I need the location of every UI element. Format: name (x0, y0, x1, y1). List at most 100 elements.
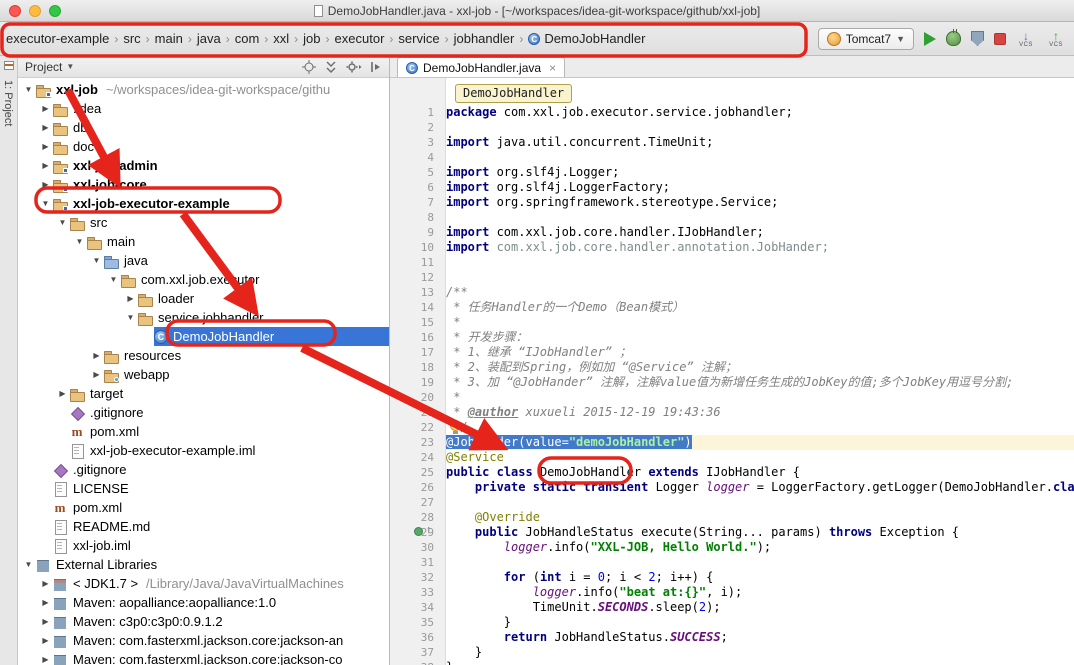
code-line-1[interactable]: 1package com.xxl.job.executor.service.jo… (390, 105, 1074, 120)
chevron-expanded-icon[interactable]: ▼ (90, 256, 103, 265)
code-line-25[interactable]: 25public class DemoJobHandler extends IJ… (390, 465, 1074, 480)
tree-item-xxl-job-admin[interactable]: ▶xxl-job-admin (18, 156, 389, 175)
code-line-36[interactable]: 36 return JobHandleStatus.SUCCESS; (390, 630, 1074, 645)
chevron-collapsed-icon[interactable]: ▶ (90, 370, 103, 379)
tree-item-xxl-job-core[interactable]: ▶xxl-job-core (18, 175, 389, 194)
override-marker-icon[interactable]: ↑ (426, 524, 432, 536)
chevron-expanded-icon[interactable]: ▼ (22, 560, 35, 569)
tree-item-license[interactable]: LICENSE (18, 479, 389, 498)
code-line-9[interactable]: 9import com.xxl.job.core.handler.IJobHan… (390, 225, 1074, 240)
chevron-collapsed-icon[interactable]: ▶ (124, 294, 137, 303)
code-line-13[interactable]: 13/** (390, 285, 1074, 300)
chevron-collapsed-icon[interactable]: ▶ (39, 123, 52, 132)
chevron-collapsed-icon[interactable]: ▶ (56, 389, 69, 398)
tree-item-idea[interactable]: ▶.idea (18, 99, 389, 118)
tree-item-gitignore[interactable]: .gitignore (18, 403, 389, 422)
breadcrumb-item-main[interactable]: main (152, 29, 186, 48)
code-line-37[interactable]: 37 } (390, 645, 1074, 660)
breadcrumb-item-java[interactable]: java (194, 29, 224, 48)
code-line-19[interactable]: 19 * 3、加 “@JobHander” 注解，注解value值为新增任务生成… (390, 375, 1074, 390)
tree-item-target[interactable]: ▶target (18, 384, 389, 403)
chevron-expanded-icon[interactable]: ▼ (39, 199, 52, 208)
chevron-collapsed-icon[interactable]: ▶ (39, 636, 52, 645)
tree-item-com-xxl-job-executor[interactable]: ▼com.xxl.job.executor (18, 270, 389, 289)
intention-bulb-icon[interactable] (450, 420, 461, 431)
chevron-down-icon[interactable]: ▼ (66, 62, 74, 71)
chevron-collapsed-icon[interactable]: ▶ (39, 579, 52, 588)
code-line-34[interactable]: 34 TimeUnit.SECONDS.sleep(2); (390, 600, 1074, 615)
tree-item-pom-xml[interactable]: mpom.xml (18, 422, 389, 441)
code-line-30[interactable]: 30 logger.info("XXL-JOB, Hello World."); (390, 540, 1074, 555)
editor-breadcrumb-tag[interactable]: DemoJobHandler (455, 84, 572, 103)
code-line-32[interactable]: 32 for (int i = 0; i < 2; i++) { (390, 570, 1074, 585)
zoom-window-button[interactable] (49, 5, 61, 17)
tree-item-xxl-job-iml[interactable]: xxl-job.iml (18, 536, 389, 555)
code-line-5[interactable]: 5import org.slf4j.Logger; (390, 165, 1074, 180)
tree-item-external-libraries[interactable]: ▼External Libraries (18, 555, 389, 574)
tree-item-xxl-job[interactable]: ▼xxl-job~/workspaces/idea-git-workspace/… (18, 80, 389, 99)
tree-item-xxl-job-executor-example-iml[interactable]: xxl-job-executor-example.iml (18, 441, 389, 460)
tree-item-maven-com-fasterxml-jackson-core-jackson-co[interactable]: ▶Maven: com.fasterxml.jackson.core:jacks… (18, 650, 389, 665)
tree-item-db[interactable]: ▶db (18, 118, 389, 137)
chevron-collapsed-icon[interactable]: ▶ (39, 104, 52, 113)
code-line-31[interactable]: 31 (390, 555, 1074, 570)
tree-item-loader[interactable]: ▶loader (18, 289, 389, 308)
tree-item-doc[interactable]: ▶doc (18, 137, 389, 156)
gear-icon[interactable] (346, 60, 362, 74)
vcs-update-button[interactable]: ↓VCS (1016, 30, 1036, 48)
code-line-21[interactable]: 21 * @author xuxueli 2015-12-19 19:43:36 (390, 405, 1074, 420)
code-line-15[interactable]: 15 * (390, 315, 1074, 330)
code-line-6[interactable]: 6import org.slf4j.LoggerFactory; (390, 180, 1074, 195)
project-tool-button[interactable]: 1: Project (2, 80, 14, 126)
tree-item-gitignore[interactable]: .gitignore (18, 460, 389, 479)
breadcrumb-item-com[interactable]: com (232, 29, 263, 48)
locate-icon[interactable] (302, 60, 316, 74)
breadcrumb-item-jobhandler[interactable]: jobhandler (451, 29, 518, 48)
chevron-collapsed-icon[interactable]: ▶ (39, 180, 52, 189)
code-line-17[interactable]: 17 * 1、继承 “IJobHandler” ； (390, 345, 1074, 360)
chevron-collapsed-icon[interactable]: ▶ (39, 617, 52, 626)
code-line-7[interactable]: 7import org.springframework.stereotype.S… (390, 195, 1074, 210)
chevron-expanded-icon[interactable]: ▼ (124, 313, 137, 322)
code-line-23[interactable]: 23@JobHander(value="demoJobHandler") (390, 435, 1074, 450)
tree-item-src[interactable]: ▼src (18, 213, 389, 232)
tree-item-service-jobhandler[interactable]: ▼service.jobhandler (18, 308, 389, 327)
code-line-35[interactable]: 35 } (390, 615, 1074, 630)
code-line-29[interactable]: 29 public JobHandleStatus execute(String… (390, 525, 1074, 540)
chevron-expanded-icon[interactable]: ▼ (22, 85, 35, 94)
chevron-collapsed-icon[interactable]: ▶ (39, 142, 52, 151)
window-controls[interactable] (9, 5, 61, 17)
code-line-14[interactable]: 14 * 任务Handler的一个Demo（Bean模式） (390, 300, 1074, 315)
breadcrumb-item-service[interactable]: service (395, 29, 442, 48)
tree-item-maven-c3p0-c3p0-0-9-1-2[interactable]: ▶Maven: c3p0:c3p0:0.9.1.2 (18, 612, 389, 631)
minimize-window-button[interactable] (29, 5, 41, 17)
stop-button[interactable] (994, 33, 1006, 45)
code-line-2[interactable]: 2 (390, 120, 1074, 135)
breadcrumb-item-demojobhandler[interactable]: CDemoJobHandler (525, 29, 648, 48)
run-button[interactable] (924, 32, 936, 46)
chevron-expanded-icon[interactable]: ▼ (107, 275, 120, 284)
chevron-expanded-icon[interactable]: ▼ (56, 218, 69, 227)
chevron-collapsed-icon[interactable]: ▶ (39, 655, 52, 664)
breadcrumb-item-executor[interactable]: executor (332, 29, 388, 48)
code-line-20[interactable]: 20 * (390, 390, 1074, 405)
editor-tab-demojobhandler[interactable]: C DemoJobHandler.java × (397, 57, 565, 77)
code-line-26[interactable]: 26 private static transient Logger logge… (390, 480, 1074, 495)
chevron-expanded-icon[interactable]: ▼ (73, 237, 86, 246)
code-line-16[interactable]: 16 * 开发步骤： (390, 330, 1074, 345)
tree-item-maven-aopalliance-aopalliance-1-0[interactable]: ▶Maven: aopalliance:aopalliance:1.0 (18, 593, 389, 612)
code-line-12[interactable]: 12 (390, 270, 1074, 285)
collapse-all-icon[interactable] (324, 60, 338, 74)
chevron-collapsed-icon[interactable]: ▶ (39, 598, 52, 607)
run-configuration-select[interactable]: Tomcat7 ▼ (818, 28, 914, 50)
code-line-38[interactable]: 38} (390, 660, 1074, 665)
code-line-4[interactable]: 4 (390, 150, 1074, 165)
code-line-18[interactable]: 18 * 2、装配到Spring，例如加 “@Service” 注解； (390, 360, 1074, 375)
breadcrumb-item-src[interactable]: src (120, 29, 143, 48)
chevron-collapsed-icon[interactable]: ▶ (90, 351, 103, 360)
tree-item-jdk1-7[interactable]: ▶< JDK1.7 >/Library/Java/JavaVirtualMach… (18, 574, 389, 593)
run-gutter-icon[interactable] (414, 527, 423, 536)
tree-item-pom-xml[interactable]: mpom.xml (18, 498, 389, 517)
code-line-8[interactable]: 8 (390, 210, 1074, 225)
tree-item-java[interactable]: ▼java (18, 251, 389, 270)
